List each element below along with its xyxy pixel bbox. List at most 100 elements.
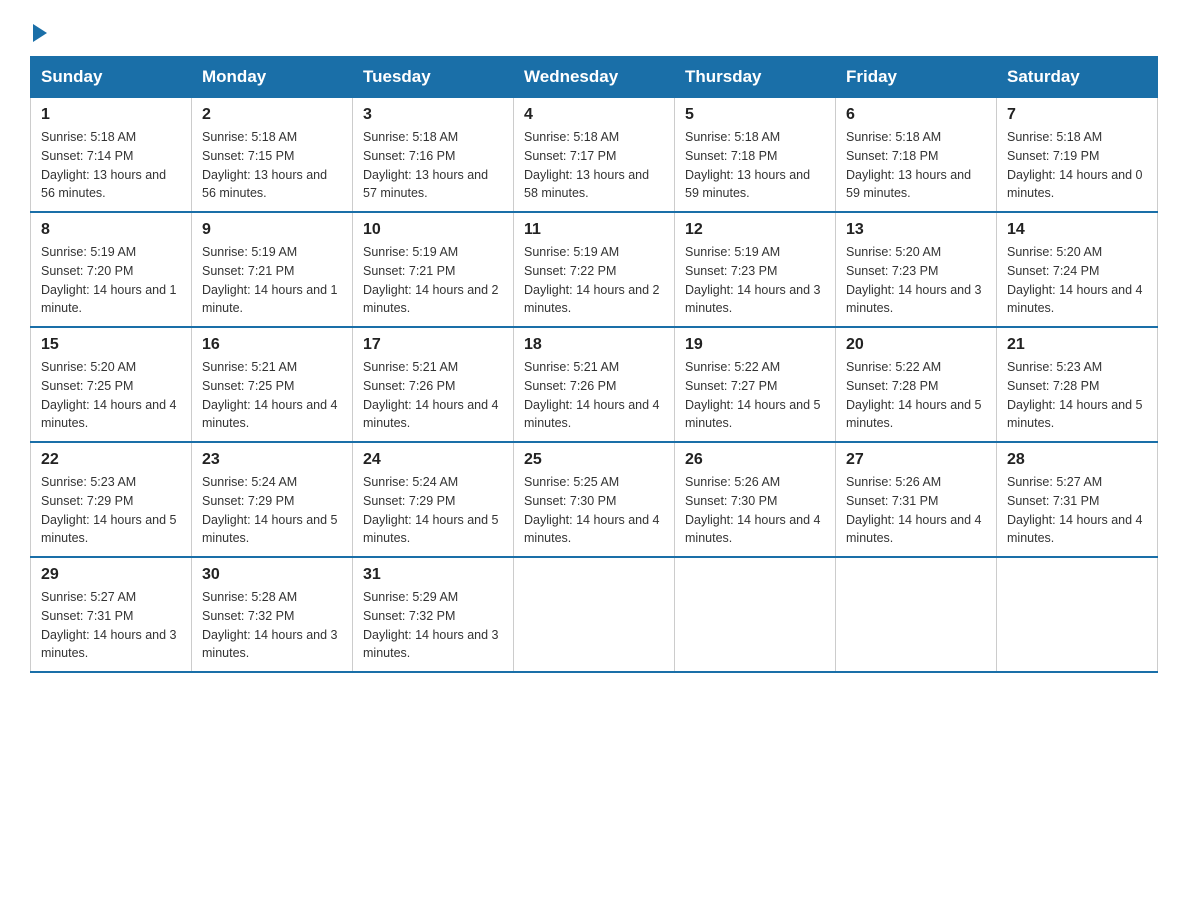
logo [30, 20, 47, 38]
weekday-header-row: SundayMondayTuesdayWednesdayThursdayFrid… [31, 57, 1158, 98]
calendar-day-cell: 27 Sunrise: 5:26 AMSunset: 7:31 PMDayligh… [836, 442, 997, 557]
weekday-header-friday: Friday [836, 57, 997, 98]
day-info: Sunrise: 5:28 AMSunset: 7:32 PMDaylight:… [202, 588, 342, 663]
calendar-day-cell: 14 Sunrise: 5:20 AMSunset: 7:24 PMDayligh… [997, 212, 1158, 327]
calendar-day-cell: 12 Sunrise: 5:19 AMSunset: 7:23 PMDayligh… [675, 212, 836, 327]
day-info: Sunrise: 5:29 AMSunset: 7:32 PMDaylight:… [363, 588, 503, 663]
calendar-day-cell: 30 Sunrise: 5:28 AMSunset: 7:32 PMDayligh… [192, 557, 353, 672]
calendar-day-cell: 7 Sunrise: 5:18 AMSunset: 7:19 PMDaylight… [997, 98, 1158, 213]
weekday-header-monday: Monday [192, 57, 353, 98]
day-number: 11 [524, 221, 664, 239]
calendar-day-cell [514, 557, 675, 672]
calendar-day-cell: 1 Sunrise: 5:18 AMSunset: 7:14 PMDaylight… [31, 98, 192, 213]
weekday-header-sunday: Sunday [31, 57, 192, 98]
day-number: 29 [41, 566, 181, 584]
day-number: 20 [846, 336, 986, 354]
calendar-day-cell: 3 Sunrise: 5:18 AMSunset: 7:16 PMDaylight… [353, 98, 514, 213]
calendar-day-cell: 5 Sunrise: 5:18 AMSunset: 7:18 PMDaylight… [675, 98, 836, 213]
day-info: Sunrise: 5:18 AMSunset: 7:16 PMDaylight:… [363, 128, 503, 203]
day-info: Sunrise: 5:19 AMSunset: 7:21 PMDaylight:… [363, 243, 503, 318]
day-number: 5 [685, 106, 825, 124]
day-number: 1 [41, 106, 181, 124]
calendar-week-row: 29 Sunrise: 5:27 AMSunset: 7:31 PMDayligh… [31, 557, 1158, 672]
day-number: 9 [202, 221, 342, 239]
day-info: Sunrise: 5:18 AMSunset: 7:19 PMDaylight:… [1007, 128, 1147, 203]
calendar-day-cell: 29 Sunrise: 5:27 AMSunset: 7:31 PMDayligh… [31, 557, 192, 672]
weekday-header-saturday: Saturday [997, 57, 1158, 98]
day-info: Sunrise: 5:27 AMSunset: 7:31 PMDaylight:… [41, 588, 181, 663]
day-number: 25 [524, 451, 664, 469]
day-info: Sunrise: 5:25 AMSunset: 7:30 PMDaylight:… [524, 473, 664, 548]
calendar-day-cell: 2 Sunrise: 5:18 AMSunset: 7:15 PMDaylight… [192, 98, 353, 213]
day-number: 8 [41, 221, 181, 239]
day-number: 10 [363, 221, 503, 239]
logo-arrow-icon [33, 24, 47, 42]
calendar-day-cell: 21 Sunrise: 5:23 AMSunset: 7:28 PMDayligh… [997, 327, 1158, 442]
calendar-day-cell: 10 Sunrise: 5:19 AMSunset: 7:21 PMDayligh… [353, 212, 514, 327]
day-number: 13 [846, 221, 986, 239]
day-info: Sunrise: 5:19 AMSunset: 7:22 PMDaylight:… [524, 243, 664, 318]
day-info: Sunrise: 5:18 AMSunset: 7:14 PMDaylight:… [41, 128, 181, 203]
day-info: Sunrise: 5:26 AMSunset: 7:31 PMDaylight:… [846, 473, 986, 548]
day-info: Sunrise: 5:20 AMSunset: 7:25 PMDaylight:… [41, 358, 181, 433]
calendar-week-row: 8 Sunrise: 5:19 AMSunset: 7:20 PMDaylight… [31, 212, 1158, 327]
calendar-day-cell: 13Sunrise: 5:20 AMSunset: 7:23 PMDayligh… [836, 212, 997, 327]
day-number: 26 [685, 451, 825, 469]
day-number: 7 [1007, 106, 1147, 124]
day-number: 21 [1007, 336, 1147, 354]
day-info: Sunrise: 5:20 AMSunset: 7:24 PMDaylight:… [1007, 243, 1147, 318]
day-number: 28 [1007, 451, 1147, 469]
calendar-day-cell: 19 Sunrise: 5:22 AMSunset: 7:27 PMDayligh… [675, 327, 836, 442]
day-info: Sunrise: 5:24 AMSunset: 7:29 PMDaylight:… [202, 473, 342, 548]
weekday-header-thursday: Thursday [675, 57, 836, 98]
calendar-day-cell: 31 Sunrise: 5:29 AMSunset: 7:32 PMDayligh… [353, 557, 514, 672]
day-info: Sunrise: 5:18 AMSunset: 7:18 PMDaylight:… [685, 128, 825, 203]
day-info: Sunrise: 5:21 AMSunset: 7:26 PMDaylight:… [363, 358, 503, 433]
day-info: Sunrise: 5:18 AMSunset: 7:18 PMDaylight:… [846, 128, 986, 203]
day-number: 14 [1007, 221, 1147, 239]
day-number: 17 [363, 336, 503, 354]
day-info: Sunrise: 5:18 AMSunset: 7:17 PMDaylight:… [524, 128, 664, 203]
calendar-week-row: 1 Sunrise: 5:18 AMSunset: 7:14 PMDaylight… [31, 98, 1158, 213]
day-number: 15 [41, 336, 181, 354]
calendar-day-cell: 26Sunrise: 5:26 AMSunset: 7:30 PMDayligh… [675, 442, 836, 557]
day-info: Sunrise: 5:23 AMSunset: 7:28 PMDaylight:… [1007, 358, 1147, 433]
day-info: Sunrise: 5:22 AMSunset: 7:27 PMDaylight:… [685, 358, 825, 433]
calendar-day-cell: 25 Sunrise: 5:25 AMSunset: 7:30 PMDayligh… [514, 442, 675, 557]
day-number: 22 [41, 451, 181, 469]
day-number: 30 [202, 566, 342, 584]
day-number: 4 [524, 106, 664, 124]
calendar-day-cell: 18Sunrise: 5:21 AMSunset: 7:26 PMDayligh… [514, 327, 675, 442]
calendar-day-cell: 9Sunrise: 5:19 AMSunset: 7:21 PMDaylight… [192, 212, 353, 327]
weekday-header-tuesday: Tuesday [353, 57, 514, 98]
day-info: Sunrise: 5:21 AMSunset: 7:25 PMDaylight:… [202, 358, 342, 433]
day-number: 31 [363, 566, 503, 584]
day-number: 19 [685, 336, 825, 354]
calendar-day-cell: 16 Sunrise: 5:21 AMSunset: 7:25 PMDayligh… [192, 327, 353, 442]
calendar-day-cell: 11 Sunrise: 5:19 AMSunset: 7:22 PMDayligh… [514, 212, 675, 327]
day-number: 3 [363, 106, 503, 124]
day-info: Sunrise: 5:23 AMSunset: 7:29 PMDaylight:… [41, 473, 181, 548]
calendar-table: SundayMondayTuesdayWednesdayThursdayFrid… [30, 56, 1158, 673]
calendar-day-cell: 15 Sunrise: 5:20 AMSunset: 7:25 PMDayligh… [31, 327, 192, 442]
header [30, 20, 1158, 38]
day-number: 12 [685, 221, 825, 239]
day-info: Sunrise: 5:18 AMSunset: 7:15 PMDaylight:… [202, 128, 342, 203]
day-number: 18 [524, 336, 664, 354]
calendar-day-cell: 22 Sunrise: 5:23 AMSunset: 7:29 PMDayligh… [31, 442, 192, 557]
day-number: 24 [363, 451, 503, 469]
calendar-day-cell: 28Sunrise: 5:27 AMSunset: 7:31 PMDayligh… [997, 442, 1158, 557]
day-info: Sunrise: 5:22 AMSunset: 7:28 PMDaylight:… [846, 358, 986, 433]
day-number: 16 [202, 336, 342, 354]
calendar-day-cell [997, 557, 1158, 672]
calendar-day-cell: 23Sunrise: 5:24 AMSunset: 7:29 PMDayligh… [192, 442, 353, 557]
day-info: Sunrise: 5:19 AMSunset: 7:20 PMDaylight:… [41, 243, 181, 318]
day-number: 27 [846, 451, 986, 469]
day-info: Sunrise: 5:19 AMSunset: 7:23 PMDaylight:… [685, 243, 825, 318]
calendar-day-cell [836, 557, 997, 672]
weekday-header-wednesday: Wednesday [514, 57, 675, 98]
calendar-day-cell: 4 Sunrise: 5:18 AMSunset: 7:17 PMDaylight… [514, 98, 675, 213]
day-number: 2 [202, 106, 342, 124]
calendar-day-cell: 8 Sunrise: 5:19 AMSunset: 7:20 PMDaylight… [31, 212, 192, 327]
calendar-week-row: 15 Sunrise: 5:20 AMSunset: 7:25 PMDayligh… [31, 327, 1158, 442]
